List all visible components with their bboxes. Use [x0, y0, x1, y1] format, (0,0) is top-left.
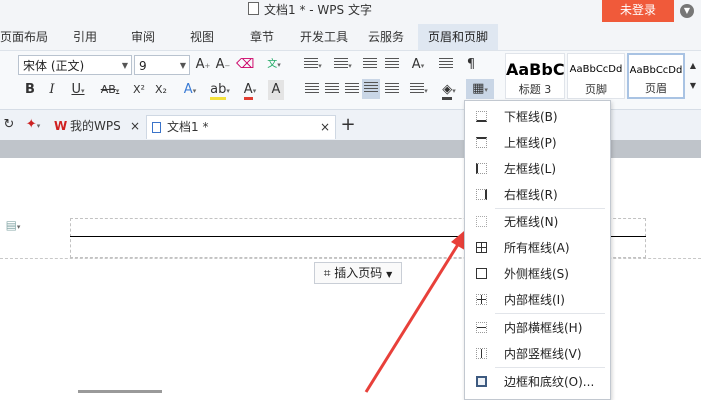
border-inside-icon — [476, 294, 487, 305]
menu-separator — [495, 208, 605, 209]
menu-item-inside-horizontal[interactable]: 内部横框线(H) — [470, 317, 607, 339]
menu-item-no-border[interactable]: 无框线(N) — [470, 211, 607, 233]
border-inside-vertical-icon — [476, 348, 487, 359]
border-all-icon — [476, 242, 487, 253]
menu-separator — [495, 367, 605, 368]
menu-item-right-border[interactable]: 右框线(R) — [470, 184, 607, 206]
menu-item-outside-borders[interactable]: 外侧框线(S) — [470, 263, 607, 285]
border-right-icon — [476, 189, 487, 200]
border-none-icon — [476, 216, 487, 227]
border-top-icon — [476, 137, 487, 148]
menu-item-borders-and-shading[interactable]: 边框和底纹(O)... — [470, 371, 607, 393]
menu-item-bottom-border[interactable]: 下框线(B) — [470, 106, 607, 128]
menu-item-inside-borders[interactable]: 内部框线(I) — [470, 289, 607, 311]
border-bottom-icon — [476, 111, 487, 122]
border-dropdown-menu: 下框线(B) 上框线(P) 左框线(L) 右框线(R) 无框线(N) 所有框线(… — [464, 100, 611, 400]
border-inside-horizontal-icon — [476, 322, 487, 333]
menu-item-inside-vertical[interactable]: 内部竖框线(V) — [470, 343, 607, 365]
arrow-shaft — [364, 237, 464, 393]
border-left-icon — [476, 163, 487, 174]
menu-item-left-border[interactable]: 左框线(L) — [470, 158, 607, 180]
borders-and-shading-icon — [476, 376, 487, 387]
menu-separator — [495, 313, 605, 314]
border-outside-icon — [476, 268, 487, 279]
menu-item-top-border[interactable]: 上框线(P) — [470, 132, 607, 154]
menu-item-all-borders[interactable]: 所有框线(A) — [470, 237, 607, 259]
